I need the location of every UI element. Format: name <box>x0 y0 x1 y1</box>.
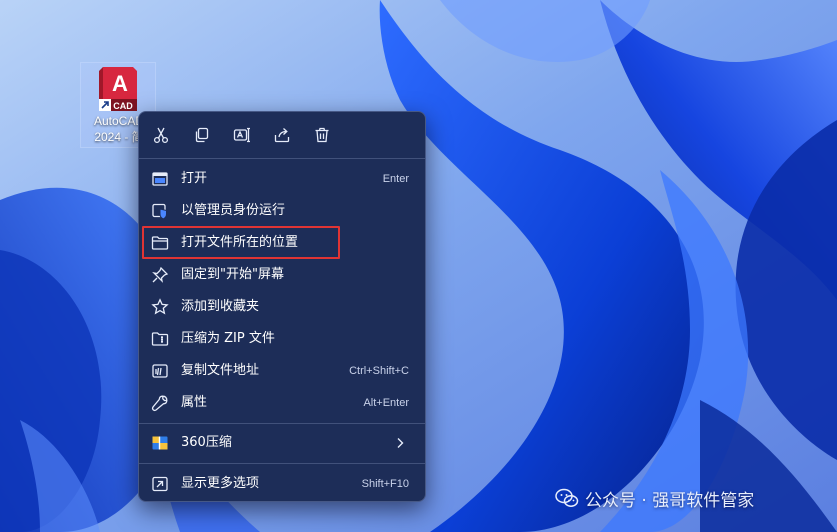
rename-icon <box>233 127 250 143</box>
delete-button[interactable] <box>311 124 333 146</box>
autocad-logo-icon: A CAD <box>99 67 137 111</box>
menu-item-360-zip[interactable]: 360压缩 <box>145 428 419 458</box>
menu-item-label: 360压缩 <box>181 435 232 450</box>
share-button[interactable] <box>271 124 293 146</box>
menu-item-label: 压缩为 ZIP 文件 <box>181 331 275 346</box>
copy-button[interactable] <box>191 124 213 146</box>
copy-icon <box>195 127 209 143</box>
menu-item-label: 显示更多选项 <box>181 476 260 491</box>
wrench-icon <box>151 395 168 412</box>
copy-path-icon <box>152 364 168 378</box>
menu-item-label: 固定到"开始"屏幕 <box>181 267 284 282</box>
star-icon <box>151 298 169 315</box>
logo-sub: CAD <box>113 101 133 111</box>
highlight-box <box>142 226 340 259</box>
context-menu: 打开 Enter 以管理员身份运行 打开文件所在的位置 固定到"开始"屏幕 添加… <box>138 111 426 502</box>
logo-letter: A <box>112 71 128 96</box>
menu-item-shortcut: Alt+Enter <box>363 397 409 409</box>
menu-separator <box>139 158 425 159</box>
menu-item-shortcut: Shift+F10 <box>361 478 409 490</box>
menu-item-label: 添加到收藏夹 <box>181 299 260 314</box>
admin-shield-icon <box>152 203 167 220</box>
360-zip-icon <box>152 436 168 450</box>
watermark: 公众号 · 强哥软件管家 <box>555 484 754 512</box>
cut-button[interactable] <box>150 124 172 146</box>
wechat-icon <box>555 488 579 507</box>
more-options-icon <box>152 476 168 492</box>
menu-item-run-as-admin[interactable]: 以管理员身份运行 <box>145 196 419 226</box>
menu-item-show-more-options[interactable]: 显示更多选项 Shift+F10 <box>145 469 419 499</box>
menu-item-label: 打开 <box>181 171 208 186</box>
menu-item-add-to-favorites[interactable]: 添加到收藏夹 <box>145 292 419 322</box>
quick-action-bar <box>139 112 425 158</box>
share-icon <box>274 128 290 143</box>
open-window-icon <box>152 172 168 186</box>
trash-icon <box>315 127 329 143</box>
pin-icon <box>152 266 169 283</box>
chevron-right-icon <box>397 438 404 448</box>
shortcut-label-line2: 2024 - 简 <box>94 130 144 144</box>
watermark-text: 公众号 · 强哥软件管家 <box>585 490 755 511</box>
menu-item-copy-file-path[interactable]: 复制文件地址 Ctrl+Shift+C <box>145 356 419 386</box>
menu-item-open[interactable]: 打开 Enter <box>145 164 419 194</box>
zip-folder-icon <box>151 332 169 346</box>
menu-separator <box>139 463 425 464</box>
menu-separator <box>139 423 425 424</box>
menu-item-shortcut: Ctrl+Shift+C <box>349 365 409 377</box>
menu-item-compress-zip[interactable]: 压缩为 ZIP 文件 <box>145 324 419 354</box>
menu-item-label: 属性 <box>181 395 208 410</box>
rename-button[interactable] <box>231 124 253 146</box>
menu-item-shortcut: Enter <box>382 173 409 185</box>
shortcut-label-line1: AutoCAD <box>93 114 145 128</box>
menu-item-pin-to-start[interactable]: 固定到"开始"屏幕 <box>145 260 419 290</box>
menu-item-label: 以管理员身份运行 <box>181 203 286 218</box>
menu-item-properties[interactable]: 属性 Alt+Enter <box>145 388 419 418</box>
scissors-icon <box>153 127 169 144</box>
menu-item-label: 复制文件地址 <box>181 363 260 378</box>
